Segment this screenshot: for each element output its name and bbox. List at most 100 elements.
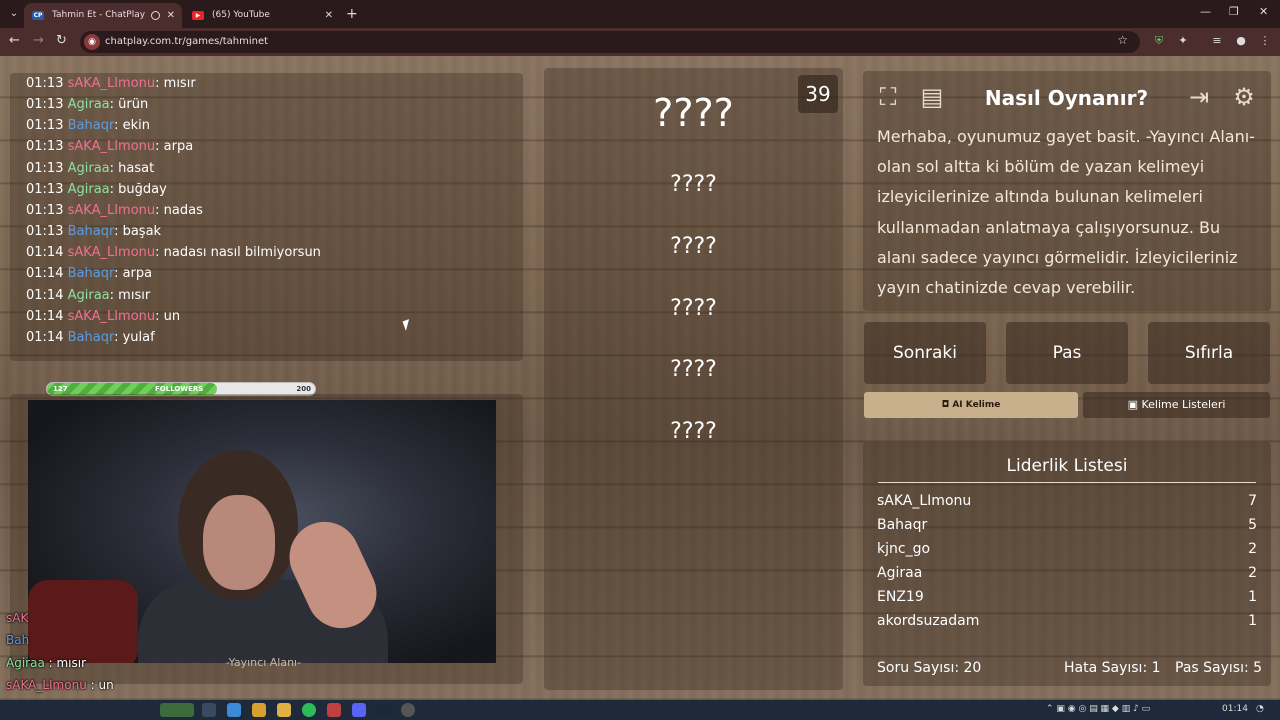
chat-username[interactable]: Bahaqr	[68, 118, 114, 133]
next-button[interactable]: Sonraki	[864, 322, 986, 384]
tab-youtube[interactable]: ▶ (65) YouTube ✕	[184, 3, 340, 28]
ai-word-tab[interactable]: ◘ AI Kelime	[864, 392, 1078, 418]
chat-time: 01:14	[26, 266, 64, 282]
chat-text: : arpa	[114, 266, 153, 282]
media-controls-icon[interactable]: ≡	[1210, 34, 1224, 48]
chat-username[interactable]: sAKA_LImonu	[68, 76, 156, 91]
taskbar-widget-icon[interactable]	[160, 703, 194, 717]
chat-username[interactable]: Agiraa	[68, 97, 110, 112]
exit-icon[interactable]: ⇥	[1182, 80, 1216, 114]
chat-username[interactable]: Bahaqr	[68, 224, 114, 239]
forward-arrow-icon[interactable]: →	[33, 33, 44, 49]
chat-text: : nadas	[155, 202, 203, 218]
game-page: 01:13 sAKA_LImonu: mısır 01:13 Agiraa: ür…	[0, 56, 1280, 715]
chat-username[interactable]: Agiraa	[68, 161, 110, 176]
os-taskbar: ⌃ ▣ ◉ ◎ ▤ ▦ ◆ ▥ ♪ ▭ 01:14 ◔	[0, 700, 1280, 720]
chat-time: 01:13	[26, 181, 64, 197]
notification-bell-icon[interactable]: ◔	[1256, 704, 1264, 714]
tab-chatplay[interactable]: CP Tahmin Et - ChatPlay ✕	[24, 3, 182, 28]
leaderboard-name: Agiraa	[877, 565, 923, 581]
new-tab-button[interactable]: +	[346, 6, 358, 22]
webcam-feed	[28, 400, 496, 663]
fullscreen-icon[interactable]: ⛶	[871, 80, 905, 114]
site-info-icon[interactable]: ◉	[84, 34, 100, 50]
app-icon[interactable]	[327, 703, 341, 717]
chat-time: 01:13	[26, 118, 64, 134]
chat-username[interactable]: sAKA_LImonu	[68, 245, 156, 260]
tab-search-chevron-icon[interactable]: ⌄	[6, 6, 22, 22]
chat-text: : un	[155, 308, 181, 324]
round-timer: 39	[798, 75, 838, 113]
chat-username[interactable]: Agiraa	[68, 288, 110, 303]
tab-title: Tahmin Et - ChatPlay	[52, 10, 146, 20]
chat-text: : mısır	[155, 76, 196, 91]
chat-message: 01:13 Agiraa: buğday	[26, 182, 167, 198]
chat-username[interactable]: sAKA_LImonu	[68, 309, 156, 324]
tray-icons[interactable]: ⌃ ▣ ◉ ◎ ▤ ▦ ◆ ▥ ♪ ▭	[1046, 704, 1150, 714]
chat-message: 01:14 sAKA_LImonu: un	[26, 309, 180, 325]
chat-time: 01:13	[26, 76, 64, 91]
leaderboard-score: 1	[1248, 613, 1257, 629]
word-lists-tab[interactable]: ▣ Kelime Listeleri	[1083, 392, 1270, 418]
recording-icon	[151, 11, 160, 20]
taskbar-clock: 01:14	[1222, 704, 1248, 714]
chat-username[interactable]: Bahaqr	[68, 330, 114, 345]
bookmark-star-icon[interactable]: ☆	[1117, 33, 1128, 47]
spotify-icon[interactable]	[302, 703, 316, 717]
reload-icon[interactable]: ↻	[56, 33, 67, 49]
close-tab-icon[interactable]: ✕	[167, 3, 175, 28]
restore-button[interactable]: ❐	[1229, 5, 1239, 18]
store-icon[interactable]	[227, 703, 241, 717]
menu-kebab-icon[interactable]: ⋮	[1258, 34, 1272, 48]
chat-username[interactable]: sAKA_LImonu	[68, 139, 156, 154]
leaderboard-score: 7	[1248, 493, 1257, 509]
chat-message: 01:14 sAKA_LImonu: nadası nasıl bilmiyor…	[26, 245, 321, 261]
chat-username[interactable]: Bahaqr	[68, 266, 114, 281]
chat-message: 01:13 sAKA_LImonu: nadas	[26, 203, 203, 219]
leaderboard-row: kjnc_go 2	[877, 540, 1257, 558]
steam-icon[interactable]	[377, 703, 391, 717]
streamer-area-label: -Yayıncı Alanı-	[226, 656, 302, 669]
close-window-button[interactable]: ✕	[1259, 5, 1268, 18]
chat-text: : ürün	[109, 97, 149, 113]
leaderboard-score: 1	[1248, 589, 1257, 605]
url-text: chatplay.com.tr/games/tahminet	[105, 36, 269, 47]
pass-button[interactable]: Pas	[1006, 322, 1128, 384]
task-view-icon[interactable]	[202, 703, 216, 717]
word-lists-tab-label: Kelime Listeleri	[1141, 398, 1226, 411]
leaderboard-name: Bahaqr	[877, 517, 928, 533]
chat-message: 01:13 Agiraa: hasat	[26, 161, 154, 177]
obs-icon[interactable]	[401, 703, 415, 717]
chat-text: : mısır	[109, 287, 151, 303]
chat-message: 01:13 Bahaqr: ekin	[26, 118, 150, 134]
leaderboard-name: sAKA_LImonu	[877, 493, 972, 509]
webcam-person-face	[203, 495, 275, 590]
minimize-button[interactable]: —	[1200, 5, 1211, 18]
back-arrow-icon[interactable]: ←	[9, 33, 20, 49]
chat-text: : başak	[114, 224, 162, 240]
chat-text: : ekin	[114, 118, 150, 134]
extension-shield-icon[interactable]: ⛨	[1152, 34, 1166, 48]
pass-count: Pas Sayısı: 5	[1175, 660, 1263, 676]
close-tab-icon[interactable]: ✕	[325, 3, 333, 28]
chrome-icon[interactable]	[252, 703, 266, 717]
chat-time: 01:13	[26, 139, 64, 155]
tab-title: (65) YouTube	[212, 10, 270, 20]
reset-button[interactable]: Sıfırla	[1148, 322, 1270, 384]
chat-message: 01:13 sAKA_LImonu: arpa	[26, 139, 193, 155]
extensions-puzzle-icon[interactable]: ✦	[1176, 34, 1190, 48]
overlay-chat-text: : mısır	[44, 656, 87, 670]
overlay-chat-text: : un	[86, 678, 114, 692]
settings-gear-icon[interactable]: ⚙	[1227, 80, 1261, 114]
discord-icon[interactable]	[352, 703, 366, 717]
overlay-chat-username: Agiraa	[6, 656, 45, 670]
clipboard-icon: ▣	[1127, 398, 1142, 411]
chat-username[interactable]: Agiraa	[68, 182, 110, 197]
file-explorer-icon[interactable]	[277, 703, 291, 717]
rules-book-icon[interactable]: ▤	[915, 80, 949, 114]
profile-avatar-icon[interactable]: ●	[1234, 34, 1248, 48]
overlay-chat-message: sAK	[6, 611, 28, 625]
address-bar[interactable]: ◉ chatplay.com.tr/games/tahminet ☆	[80, 31, 1140, 53]
chat-time: 01:14	[26, 245, 64, 261]
chat-username[interactable]: sAKA_LImonu	[68, 203, 156, 218]
